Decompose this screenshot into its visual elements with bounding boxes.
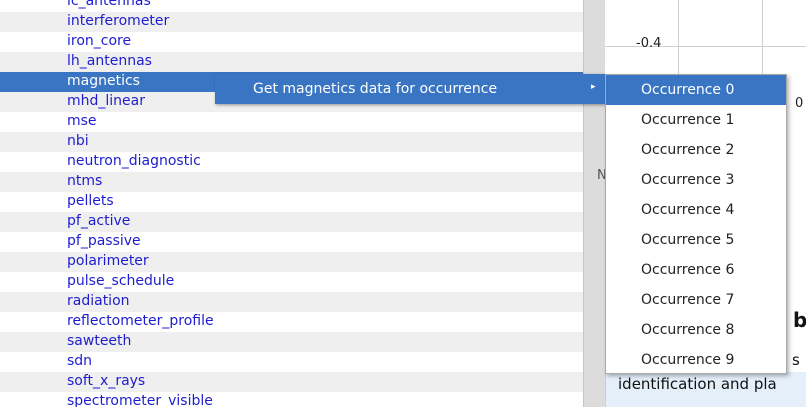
tree-item-nbi[interactable]: nbi bbox=[0, 132, 583, 152]
submenu-item-occurrence-4[interactable]: Occurrence 4 bbox=[606, 195, 786, 225]
submenu-item-label: Occurrence 6 bbox=[641, 262, 735, 278]
info-panel-text: identification and pla bbox=[618, 375, 777, 393]
tree-item-label: sdn bbox=[67, 353, 93, 369]
submenu-item-occurrence-1[interactable]: Occurrence 1 bbox=[606, 105, 786, 135]
panel-splitter[interactable] bbox=[583, 0, 605, 407]
submenu-arrow-icon: ▸ bbox=[591, 82, 596, 92]
submenu-item-occurrence-6[interactable]: Occurrence 6 bbox=[606, 255, 786, 285]
submenu-item-occurrence-2[interactable]: Occurrence 2 bbox=[606, 135, 786, 165]
submenu-item-label: Occurrence 5 bbox=[641, 232, 735, 248]
submenu-item-occurrence-0[interactable]: Occurrence 0 bbox=[606, 75, 786, 105]
tree-item-label: mse bbox=[67, 113, 97, 129]
background-text-fragment: s bbox=[792, 351, 800, 369]
tree-item-radiation[interactable]: radiation bbox=[0, 292, 583, 312]
tree-item-ntms[interactable]: ntms bbox=[0, 172, 583, 192]
tree-item-label: interferometer bbox=[67, 13, 170, 29]
tree-item-sawteeth[interactable]: sawteeth bbox=[0, 332, 583, 352]
submenu-item-label: Occurrence 8 bbox=[641, 322, 735, 338]
tree-item-label: neutron_diagnostic bbox=[67, 153, 201, 169]
tree-item-label: iron_core bbox=[67, 33, 132, 49]
plot-x-tick-label: 0 bbox=[795, 96, 804, 111]
submenu-item-label: Occurrence 9 bbox=[641, 352, 735, 368]
context-menu-item-get-magnetics[interactable]: Get magnetics data for occurrence ▸ bbox=[215, 74, 605, 104]
info-panel: identification and pla bbox=[605, 372, 806, 407]
tree-item-pellets[interactable]: pellets bbox=[0, 192, 583, 212]
submenu-item-occurrence-8[interactable]: Occurrence 8 bbox=[606, 315, 786, 345]
tree-item-label: lh_antennas bbox=[67, 53, 152, 69]
submenu-item-label: Occurrence 4 bbox=[641, 202, 735, 218]
submenu-item-label: Occurrence 7 bbox=[641, 292, 735, 308]
background-heading-fragment: b bbox=[793, 308, 806, 332]
plot-y-tick-label: -0.4 bbox=[636, 36, 662, 51]
tree-item-label: polarimeter bbox=[67, 253, 149, 269]
submenu-item-occurrence-3[interactable]: Occurrence 3 bbox=[606, 165, 786, 195]
tree-item-label: spectrometer_visible bbox=[67, 393, 213, 407]
submenu-item-occurrence-7[interactable]: Occurrence 7 bbox=[606, 285, 786, 315]
tree-item-pf-active[interactable]: pf_active bbox=[0, 212, 583, 232]
ids-tree-list[interactable]: ic_antennas interferometer iron_core lh_ant… bbox=[0, 0, 583, 407]
tree-item-neutron-diagnostic[interactable]: neutron_diagnostic bbox=[0, 152, 583, 172]
submenu-item-label: Occurrence 0 bbox=[641, 82, 735, 98]
tree-item-polarimeter[interactable]: polarimeter bbox=[0, 252, 583, 272]
submenu-item-label: Occurrence 2 bbox=[641, 142, 735, 158]
occurrence-submenu: Occurrence 0 Occurrence 1 Occurrence 2 Occu… bbox=[605, 74, 787, 374]
submenu-item-occurrence-5[interactable]: Occurrence 5 bbox=[606, 225, 786, 255]
tree-item-sdn[interactable]: sdn bbox=[0, 352, 583, 372]
submenu-item-label: Occurrence 3 bbox=[641, 172, 735, 188]
tree-item-spectrometer-visible[interactable]: spectrometer_visible bbox=[0, 392, 583, 407]
tree-item-ic-antennas[interactable]: ic_antennas bbox=[0, 0, 583, 12]
tree-item-lh-antennas[interactable]: lh_antennas bbox=[0, 52, 583, 72]
submenu-item-occurrence-9[interactable]: Occurrence 9 bbox=[606, 345, 786, 375]
tree-item-label: ntms bbox=[67, 173, 103, 189]
tree-item-label: magnetics bbox=[67, 73, 140, 89]
tree-item-mse[interactable]: mse bbox=[0, 112, 583, 132]
tree-item-label: mhd_linear bbox=[67, 93, 145, 109]
tree-item-label: pf_passive bbox=[67, 233, 141, 249]
tree-item-reflectometer-profile[interactable]: reflectometer_profile bbox=[0, 312, 583, 332]
tree-item-label: pf_active bbox=[67, 213, 131, 229]
tree-item-soft-x-rays[interactable]: soft_x_rays bbox=[0, 372, 583, 392]
tree-item-label: pulse_schedule bbox=[67, 273, 175, 289]
tree-item-label: soft_x_rays bbox=[67, 373, 146, 389]
tree-item-label: ic_antennas bbox=[67, 0, 151, 9]
context-menu-label: Get magnetics data for occurrence bbox=[253, 81, 498, 97]
tree-item-label: pellets bbox=[67, 193, 114, 209]
tree-item-label: reflectometer_profile bbox=[67, 313, 214, 329]
tree-item-iron-core[interactable]: iron_core bbox=[0, 32, 583, 52]
tree-item-pf-passive[interactable]: pf_passive bbox=[0, 232, 583, 252]
tree-item-label: sawteeth bbox=[67, 333, 132, 349]
submenu-item-label: Occurrence 1 bbox=[641, 112, 735, 128]
tree-item-label: nbi bbox=[67, 133, 89, 149]
tree-item-interferometer[interactable]: interferometer bbox=[0, 12, 583, 32]
tree-item-pulse-schedule[interactable]: pulse_schedule bbox=[0, 272, 583, 292]
tree-item-label: radiation bbox=[67, 293, 130, 309]
